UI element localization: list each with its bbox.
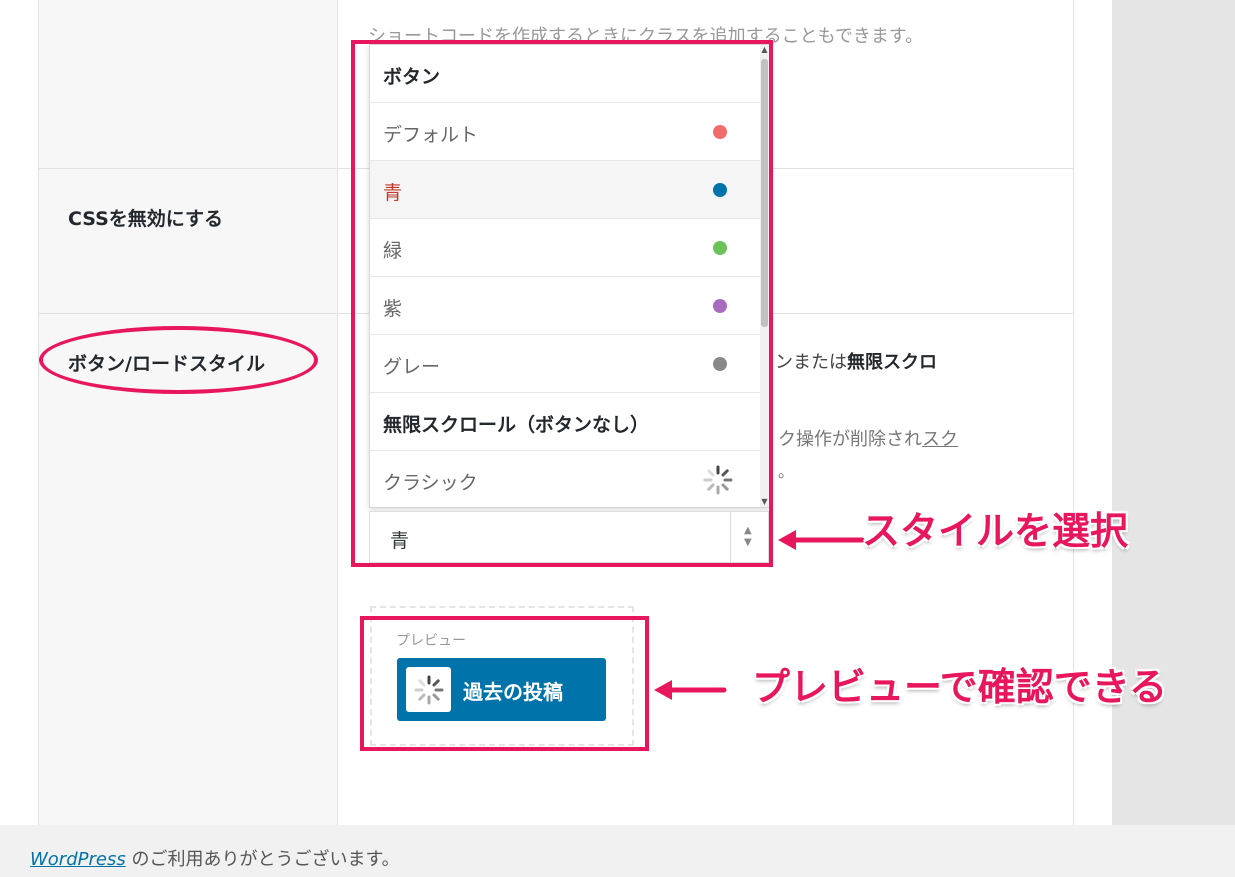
label-column (38, 0, 338, 825)
settings-page: ショートコードを作成するときにクラスを追加することもできます。 CSSを無効にす… (0, 0, 1235, 877)
style-description: ンまたは無限スクロ (775, 352, 937, 373)
arrow-left-icon (774, 526, 866, 554)
style-description-2: ク操作が削除されスク (778, 429, 958, 450)
wordpress-link[interactable]: WordPress (30, 849, 126, 870)
annotation-select-style: スタイルを選択 (862, 509, 1129, 553)
annotation-box-dropdown (351, 40, 773, 567)
annotation-ellipse (39, 326, 318, 394)
admin-footer: WordPress のご利用ありがとうございます。 (0, 825, 1235, 877)
footer-thanks: WordPress のご利用ありがとうございます。 (30, 849, 400, 870)
arrow-left-icon (650, 676, 728, 704)
annotation-box-preview (360, 616, 649, 751)
annotation-preview-check: プレビューで確認できる (752, 665, 1167, 709)
style-description-3: 。 (778, 462, 795, 481)
disable-css-label: CSSを無効にする (68, 208, 224, 230)
